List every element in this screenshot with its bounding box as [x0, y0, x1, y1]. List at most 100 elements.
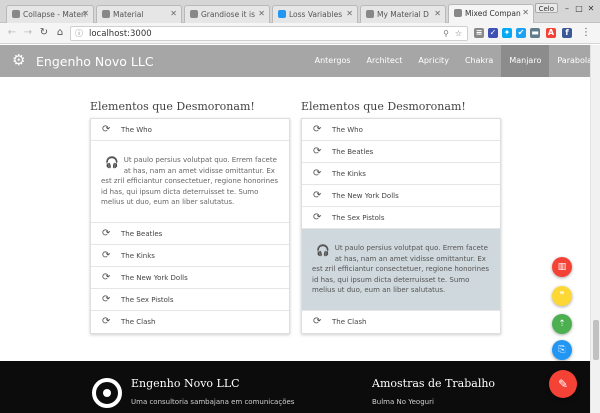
address-bar[interactable]: ⓘ localhost:3000 ⚲ ☆ — [70, 26, 468, 41]
site-navbar: ⚙ Engenho Novo LLC Antergos Architect Ap… — [0, 45, 600, 77]
collapsible-header[interactable]: ⟳ The Sex Pistols — [302, 207, 500, 229]
forward-icon[interactable]: → — [22, 27, 34, 39]
twitter-icon[interactable]: ✔ — [516, 28, 526, 38]
attach-icon: ⎘ — [558, 345, 566, 355]
info-icon[interactable]: ⓘ — [75, 28, 83, 39]
footer-work-title: Amostras de Trabalho — [372, 377, 496, 390]
sync-icon: ⟳ — [102, 249, 111, 261]
sync-icon: ⟳ — [102, 124, 111, 135]
facebook-icon[interactable]: f — [562, 28, 572, 38]
fab-edit-button[interactable]: ✎ — [549, 370, 577, 398]
browser-tab[interactable]: Collapse - Materi ✕ — [6, 5, 94, 23]
sync-icon: ⟳ — [313, 315, 322, 327]
section-title: Elementos que Desmoronam! — [90, 100, 255, 113]
fab-quote-button[interactable]: ❞ — [552, 286, 572, 306]
browser-tab-bar: Collapse - Materi ✕ Material ✕ Grandiose… — [0, 0, 600, 24]
nav-link-apricity[interactable]: Apricity — [410, 45, 457, 77]
close-icon[interactable]: ✕ — [522, 8, 529, 17]
menu-icon[interactable]: ⋮ — [580, 27, 592, 39]
collapsible-header[interactable]: ⟳ The Beatles — [302, 141, 500, 163]
back-icon[interactable]: ← — [6, 27, 18, 39]
browser-tab[interactable]: Material ✕ — [96, 5, 182, 23]
collapsible-header[interactable]: ⟳ The Who — [302, 119, 500, 141]
collapsible-header[interactable]: ⟳ The New York Dolls — [91, 267, 289, 289]
browser-tab[interactable]: Loss Variables ✕ — [272, 5, 358, 23]
sync-icon: ⟳ — [313, 190, 322, 201]
sync-icon: ⟳ — [102, 293, 111, 305]
fab-chart-button[interactable]: ▥ — [552, 257, 572, 277]
favicon-icon — [190, 10, 198, 18]
brand-logo-text[interactable]: Engenho Novo LLC — [36, 54, 154, 69]
close-icon[interactable]: ✕ — [258, 9, 265, 18]
footer-subtitle: Uma consultoria sambajana em comunicaçõe… — [131, 398, 295, 406]
collapsible-header[interactable]: ⟳ The Clash — [91, 311, 289, 333]
collapsible-header[interactable]: ⟳ The Beatles — [91, 223, 289, 245]
extension-icon[interactable]: ▬ — [530, 28, 540, 38]
sync-icon: ⟳ — [102, 271, 111, 283]
footer-title: Engenho Novo LLC — [131, 377, 240, 390]
extension-icon[interactable]: ✦ — [502, 28, 512, 38]
nav-link-antergos[interactable]: Antergos — [307, 45, 359, 77]
acrobat-icon[interactable]: A — [546, 28, 556, 38]
zoom-icon[interactable]: ⚲ — [443, 29, 449, 38]
sync-icon: ⟳ — [102, 227, 111, 239]
collapsible-body: 🎧 Ut paulo persius volutpat quo. Errem f… — [302, 229, 500, 311]
collapsible-card-left: ⟳ The Who 🎧 Ut paulo persius volutpat qu… — [90, 118, 290, 334]
collapsible-header[interactable]: ⟳ The Kinks — [91, 245, 289, 267]
collapsible-header[interactable]: ⟳ The Clash — [302, 311, 500, 333]
nav-link-architect[interactable]: Architect — [359, 45, 411, 77]
close-icon[interactable]: ✕ — [170, 9, 177, 18]
url-text[interactable]: localhost:3000 — [89, 29, 152, 39]
publish-icon: ⇡ — [558, 319, 566, 329]
favicon-icon — [102, 10, 110, 18]
favicon-icon — [366, 10, 374, 18]
favicon-icon — [12, 10, 20, 18]
profile-chip[interactable]: Celo — [534, 3, 558, 13]
sync-icon: ⟳ — [313, 212, 322, 223]
collapsible-header[interactable]: ⟳ The New York Dolls — [302, 185, 500, 207]
quote-icon: ❞ — [559, 291, 565, 301]
collapsible-card-right: ⟳ The Who ⟳ The Beatles ⟳ The Kinks ⟳ Th… — [301, 118, 501, 334]
collapsible-body: 🎧 Ut paulo persius volutpat quo. Errem f… — [91, 141, 289, 223]
sync-icon: ⟳ — [102, 315, 111, 327]
sync-icon: ⟳ — [313, 168, 322, 179]
footer-work-link[interactable]: Bulma No Yeoguri — [372, 398, 434, 406]
collapsible-header[interactable]: ⟳ The Kinks — [302, 163, 500, 185]
site-footer: Engenho Novo LLC Uma consultoria sambaja… — [0, 361, 590, 413]
favicon-icon — [454, 9, 462, 17]
collapsible-header[interactable]: ⟳ The Sex Pistols — [91, 289, 289, 311]
close-icon[interactable]: ✕ — [434, 9, 441, 18]
headphones-icon: 🎧 — [105, 156, 119, 169]
chart-icon: ▥ — [557, 262, 567, 272]
bookmark-star-icon[interactable]: ☆ — [455, 29, 462, 38]
fab-publish-button[interactable]: ⇡ — [552, 314, 572, 334]
gears-icon: ⚙ — [12, 51, 26, 69]
scrollbar-thumb[interactable] — [593, 320, 599, 360]
nav-links: Antergos Architect Apricity Chakra Manja… — [307, 45, 600, 77]
nav-link-chakra[interactable]: Chakra — [457, 45, 501, 77]
headphones-icon: 🎧 — [316, 244, 330, 257]
footer-logo-dot — [103, 389, 111, 397]
browser-tab[interactable]: My Material D ✕ — [360, 5, 446, 23]
nav-link-manjaro[interactable]: Manjaro — [501, 45, 550, 77]
close-icon[interactable]: ✕ — [82, 9, 89, 18]
section-title: Elementos que Desmoronam! — [301, 100, 466, 113]
minimize-icon[interactable]: – — [562, 4, 572, 13]
browser-tab-active[interactable]: Mixed Compan ✕ — [448, 4, 534, 24]
collapsible-header[interactable]: ⟳ The Who — [91, 119, 289, 141]
close-icon[interactable]: ✕ — [346, 9, 353, 18]
extension-icon[interactable]: ≡ — [474, 28, 484, 38]
browser-tab[interactable]: Grandiose it is ✕ — [184, 5, 270, 23]
home-icon[interactable]: ⌂ — [54, 27, 66, 39]
extension-icon[interactable]: ✓ — [488, 28, 498, 38]
maximize-icon[interactable]: □ — [574, 4, 584, 13]
browser-toolbar: ← → ↻ ⌂ ⓘ localhost:3000 ⚲ ☆ ≡ ✓ ✦ ✔ ▬ A… — [0, 23, 600, 44]
window-close-icon[interactable]: ✕ — [586, 4, 596, 13]
favicon-icon — [278, 10, 286, 18]
fab-attach-button[interactable]: ⎘ — [552, 340, 572, 360]
pencil-icon: ✎ — [557, 377, 569, 391]
sync-icon: ⟳ — [313, 124, 322, 135]
page-scrollbar[interactable] — [590, 45, 600, 413]
reload-icon[interactable]: ↻ — [38, 27, 50, 39]
sync-icon: ⟳ — [313, 146, 322, 157]
